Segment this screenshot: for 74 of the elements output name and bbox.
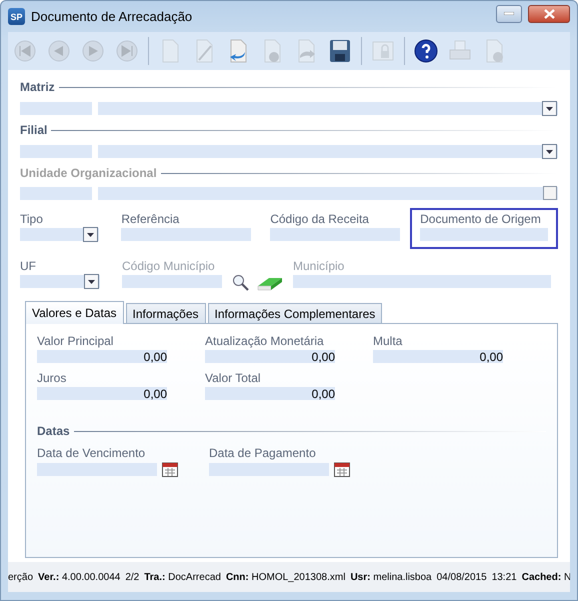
status-item: 04/08/2015 [436, 572, 487, 582]
status-item: erção [8, 572, 34, 582]
text-field[interactable] [121, 228, 252, 241]
field-label: Tipo [20, 212, 44, 226]
field-label: Município [293, 259, 346, 273]
field-label: Código da Receita [270, 212, 370, 226]
field-label: Valor Principal [37, 334, 114, 348]
status-item: Ver.: 4.00.00.0044 [38, 572, 120, 582]
dropdown-button[interactable] [84, 274, 99, 289]
dropdown-field[interactable] [20, 228, 100, 241]
amount-field[interactable]: 0,00 [205, 350, 335, 363]
field-label: Multa [373, 334, 404, 348]
text-field[interactable] [420, 228, 548, 241]
amount-field[interactable]: 0,00 [373, 350, 503, 363]
field-label: Data de Pagamento [209, 446, 317, 460]
window-title: Documento de Arrecadação [31, 9, 194, 24]
close-icon [544, 8, 554, 18]
section-heading: Datas [37, 424, 70, 438]
save-icon [328, 38, 352, 64]
status-item: 13:21 [492, 572, 517, 582]
field-label: Data de Vencimento [37, 446, 146, 460]
eraser-icon[interactable] [257, 277, 283, 291]
name-field[interactable] [98, 145, 558, 158]
next-record-icon [81, 38, 105, 64]
calendar-icon[interactable] [334, 462, 350, 477]
code-field[interactable] [20, 102, 92, 115]
field-label: Atualização Monetária [205, 334, 325, 348]
dropdown-button[interactable] [542, 144, 557, 159]
amount-field[interactable]: 0,00 [205, 387, 335, 400]
calendar-icon[interactable] [162, 462, 178, 477]
app-logo: SP [8, 8, 25, 25]
help-icon [414, 38, 438, 64]
code-field[interactable] [20, 187, 92, 200]
search-icon[interactable] [232, 274, 249, 291]
status-item: 2/2 [125, 572, 140, 582]
code-field[interactable] [20, 145, 92, 158]
tab[interactable]: Valores e Datas [25, 301, 124, 324]
date-field[interactable] [209, 463, 329, 476]
status-item: Usr: melina.lisboa [350, 572, 432, 582]
status-item: Tra.: DocArrecad [144, 572, 221, 582]
field-label: Valor Total [205, 371, 262, 385]
name-field[interactable] [98, 102, 558, 115]
field-label: Código Município [122, 259, 216, 273]
caret-icon [546, 106, 553, 110]
dropdown-button[interactable] [83, 227, 98, 242]
dropdown-button[interactable] [542, 101, 557, 116]
previous-record-icon [47, 38, 71, 64]
status-item: Cached: N [522, 572, 570, 582]
name-field[interactable] [98, 187, 558, 200]
section-heading: Filial [20, 123, 48, 137]
amount-field[interactable]: 0,00 [37, 387, 167, 400]
dropdown-field[interactable] [20, 275, 100, 288]
amount-field[interactable]: 0,00 [37, 350, 167, 363]
caret-icon [87, 232, 94, 236]
section-heading: Matriz [20, 80, 55, 94]
text-field[interactable] [122, 275, 222, 288]
section-heading: Unidade Organizacional [20, 166, 157, 180]
minimize-icon [504, 12, 514, 15]
tab[interactable]: Informações Complementares [208, 303, 382, 324]
field-label: Juros [37, 371, 68, 385]
text-field[interactable] [293, 275, 551, 288]
first-record-icon [13, 38, 37, 64]
field-label: Documento de Origem [420, 212, 542, 226]
last-record-icon [115, 38, 139, 64]
close-button[interactable] [528, 4, 570, 22]
caret-icon [546, 150, 553, 154]
date-field[interactable] [37, 463, 157, 476]
minimize-button[interactable] [496, 4, 522, 22]
field-label: Referência [121, 212, 180, 226]
status-item: Cnn: HOMOL_201308.xml [226, 572, 346, 582]
caret-icon [88, 280, 95, 284]
field-label: UF [20, 259, 37, 273]
tab[interactable]: Informações [126, 303, 206, 324]
text-field[interactable] [270, 228, 400, 241]
